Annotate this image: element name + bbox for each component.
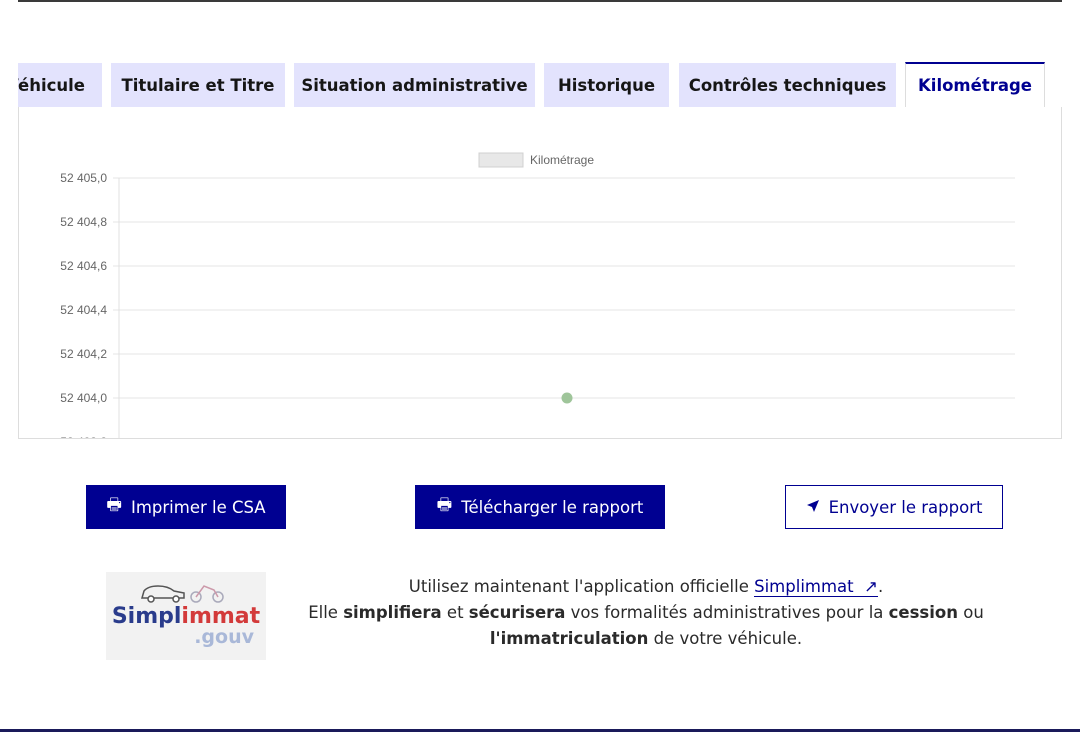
tab-controles[interactable]: Contrôles techniques <box>679 63 896 107</box>
tab-vehicule[interactable]: Véhicule <box>18 63 102 107</box>
info-text: . <box>877 577 884 596</box>
info-bold: l'immatriculation <box>489 629 649 648</box>
button-label: Télécharger le rapport <box>461 497 644 517</box>
tab-label: Historique <box>557 75 656 95</box>
tab-kilometrage[interactable]: Kilométrage <box>905 62 1045 107</box>
external-link-icon: ↗ <box>864 577 878 596</box>
info-text: et <box>441 603 469 622</box>
data-point[interactable] <box>561 392 573 404</box>
info-bold: sécurisera <box>468 603 566 622</box>
tab-situation[interactable]: Situation administrative <box>294 63 535 107</box>
tab-label: Contrôles techniques <box>688 75 887 95</box>
bottom-divider <box>0 729 1080 732</box>
print-csa-button[interactable]: 🖶 Imprimer le CSA <box>86 485 286 529</box>
simplimmat-logo[interactable]: Simplimmat .gouv <box>106 572 266 660</box>
top-divider <box>18 0 1062 2</box>
y-tick-label: 52 405,0 <box>60 171 107 185</box>
tab-label: Véhicule <box>18 75 85 95</box>
info-text: vos formalités administratives pour la <box>565 603 889 622</box>
car-moto-icon <box>141 585 224 603</box>
send-report-button[interactable]: Envoyer le rapport <box>785 485 1003 529</box>
simplimmat-info: Utilisez maintenant l'application offici… <box>296 574 996 652</box>
y-tick-label: 52 404,6 <box>60 259 107 273</box>
logo-text: Simpl <box>111 604 182 629</box>
tab-label: Titulaire et Titre <box>121 75 275 95</box>
tab-label: Situation administrative <box>301 75 528 95</box>
legend-label[interactable]: Kilométrage <box>530 153 594 167</box>
printer-icon: 🖶 <box>106 495 122 514</box>
y-tick-label: 52 404,4 <box>60 303 107 317</box>
link-label: Simplimmat <box>754 577 854 596</box>
chart-panel: 52 405,0 52 404,8 52 404,6 52 404,4 52 404,2… <box>18 107 1062 439</box>
y-tick-label: 52 404,2 <box>60 347 107 361</box>
y-tick-label: 52 403,8 <box>60 435 107 439</box>
download-report-button[interactable]: 🖶 Télécharger le rapport <box>415 485 665 529</box>
info-text: Elle <box>308 603 344 622</box>
tab-historique[interactable]: Historique <box>544 63 669 107</box>
simplimmat-link[interactable]: Simplimmat ↗ <box>754 577 878 597</box>
send-arrow-icon <box>806 498 820 517</box>
info-text: de votre véhicule. <box>648 629 803 648</box>
printer-icon: 🖶 <box>436 495 453 514</box>
y-tick-label: 52 404,8 <box>60 215 107 229</box>
mileage-chart: 52 405,0 52 404,8 52 404,6 52 404,4 52 404,2… <box>60 152 1015 439</box>
info-text: ou <box>958 603 984 622</box>
tab-label: Kilométrage <box>918 76 1032 95</box>
legend-swatch[interactable] <box>478 152 524 168</box>
tab-titulaire[interactable]: Titulaire et Titre <box>111 63 285 107</box>
y-tick-label: 52 404,0 <box>60 391 107 405</box>
logo-text: .gouv <box>194 626 254 648</box>
info-text: Utilisez maintenant l'application offici… <box>408 577 755 596</box>
info-bold: simplifiera <box>343 603 442 622</box>
button-label: Imprimer le CSA <box>130 497 266 517</box>
button-label: Envoyer le rapport <box>828 497 983 517</box>
info-bold: cession <box>888 603 958 622</box>
